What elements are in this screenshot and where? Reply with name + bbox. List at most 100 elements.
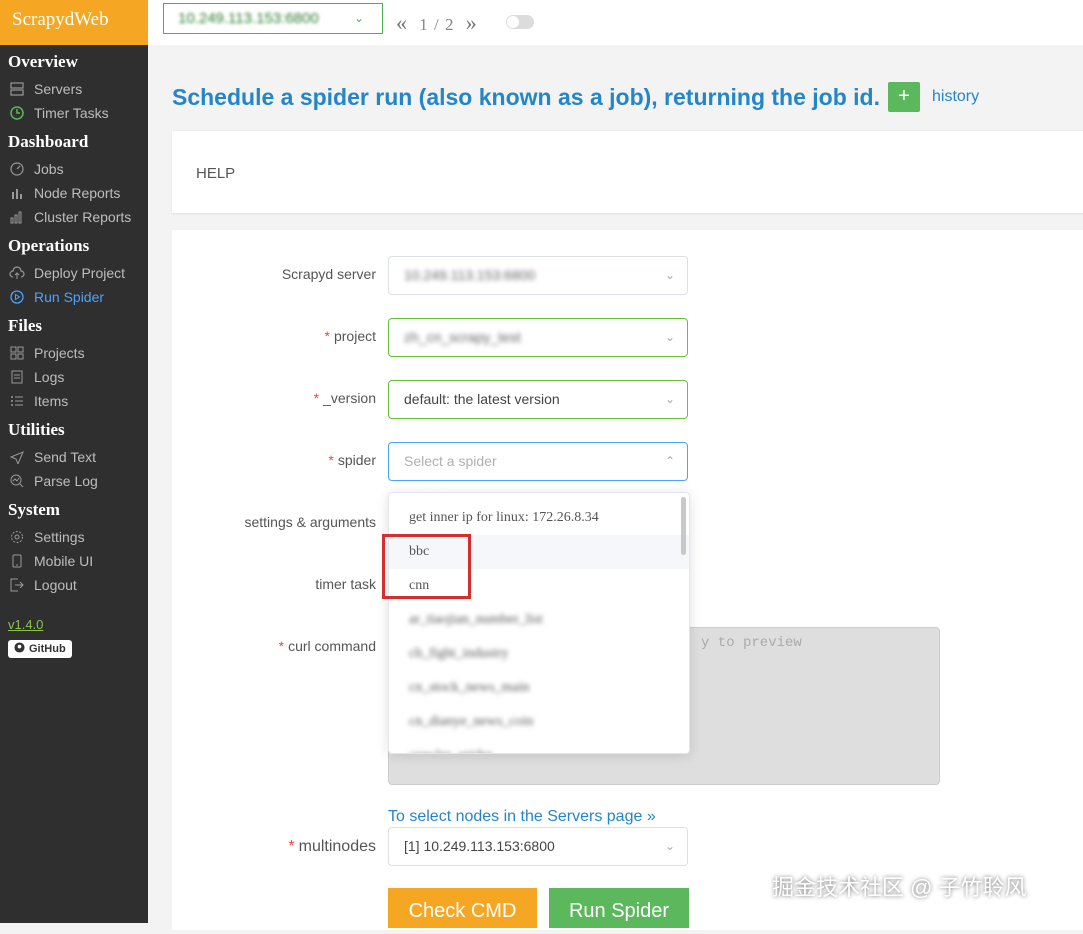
send-icon [8,448,26,466]
spider-select-placeholder: Select a spider [404,453,497,469]
node-select[interactable]: 10.249.113.153:6800 ⌄ [163,3,383,34]
chevron-down-icon: ⌄ [664,268,675,282]
group-title-system: System [8,500,60,519]
project-label: * project [324,328,376,344]
project-select-value: zh_cn_scrapy_test [404,329,521,345]
group-title-operations: Operations [8,236,90,255]
sidebar-item-items[interactable]: Items [0,389,148,413]
page-title: Schedule a spider run (also known as a j… [172,83,880,110]
toggle-switch[interactable] [506,15,534,29]
nav-group-dashboard: Dashboard Jobs Node Reports Cluster Repo… [0,129,148,229]
help-panel[interactable]: HELP [172,130,1083,213]
sidebar-item-settings[interactable]: Settings [0,525,148,549]
github-button[interactable]: GitHub [8,640,72,658]
logout-icon [8,576,26,594]
grid-icon [8,344,26,362]
sidebar-item-label: Send Text [34,449,97,465]
sidebar-item-label: Logout [34,577,77,593]
sidebar-item-label: Parse Log [34,473,98,489]
group-title-files: Files [8,316,42,335]
history-link[interactable]: history [932,88,979,106]
bar-chart-icon [8,184,26,202]
server-select-value: 10.249.113.153:6800 [404,267,536,283]
project-select[interactable]: zh_cn_scrapy_test ⌄ [388,318,688,357]
sidebar-item-logout[interactable]: Logout [0,573,148,597]
sidebar-item-parse-log[interactable]: Parse Log [0,469,148,493]
sidebar-item-label: Run Spider [34,289,105,305]
version-select[interactable]: default: the latest version ⌄ [388,380,688,419]
sidebar-item-send-text[interactable]: Send Text [0,445,148,469]
cloud-upload-icon [8,264,26,282]
dropdown-option[interactable]: cn_stock_news_main [389,671,689,705]
chevron-down-icon: ⌄ [353,11,364,25]
sidebar-item-cluster-reports[interactable]: Cluster Reports [0,205,148,229]
settings-label: settings & arguments [244,514,376,530]
sidebar-item-label: Jobs [34,161,64,177]
run-spider-button[interactable]: Run Spider [549,888,689,928]
sidebar-item-label: Mobile UI [34,553,94,569]
sidebar-item-label: Node Reports [34,185,121,201]
sidebar-item-label: Servers [34,81,83,97]
multinodes-label: * multinodes [288,838,376,855]
brand-logo[interactable]: ScrapydWeb [0,0,148,45]
multinodes-select[interactable]: [1] 10.249.113.153:6800 ⌄ [388,827,688,866]
version-link[interactable]: v1.4.0 [8,617,148,632]
nav-group-system: System Settings Mobile UI Logout [0,497,148,597]
version-select-value: default: the latest version [404,391,560,407]
group-title-overview: Overview [8,52,78,71]
sidebar-item-label: Logs [34,369,65,385]
node-select-value: 10.249.113.153:6800 [178,10,319,27]
servers-icon [8,80,26,98]
github-icon [14,642,25,656]
dropdown-option[interactable]: ar_tiaojian_number_list [389,603,689,637]
chart-search-icon [8,472,26,490]
server-select[interactable]: 10.249.113.153:6800 ⌄ [388,256,688,295]
sidebar-item-deploy-project[interactable]: Deploy Project [0,261,148,285]
dropdown-option[interactable]: get inner ip for linux: 172.26.8.34 [389,501,689,535]
document-icon [8,368,26,386]
spider-select[interactable]: Select a spider ⌃ [388,442,688,481]
chevron-down-icon: ⌄ [664,839,675,853]
sidebar-item-run-spider[interactable]: Run Spider [0,285,148,309]
sidebar-item-label: Cluster Reports [34,209,132,225]
timer-task-label: timer task [315,576,376,592]
help-title: HELP [196,165,236,182]
server-label: Scrapyd server [281,266,376,282]
check-cmd-button[interactable]: Check CMD [388,888,537,928]
version-label: * _version [313,390,376,406]
chevron-up-icon: ⌃ [664,454,675,468]
nav-group-overview: Overview Servers Timer Tasks [0,49,148,125]
next-node-button[interactable]: » [466,10,478,35]
title-row: Schedule a spider run (also known as a j… [172,82,979,112]
mobile-icon [8,552,26,570]
sidebar-item-label: Projects [34,345,85,361]
sidebar-item-label: Items [34,393,69,409]
dropdown-option[interactable]: cn_dianye_news_coin [389,705,689,739]
group-title-dashboard: Dashboard [8,132,89,151]
nav-group-files: Files Projects Logs Items [0,313,148,413]
prev-node-button[interactable]: « [396,10,408,35]
play-icon [8,288,26,306]
add-button[interactable]: + [887,82,920,112]
sidebar-item-label: Deploy Project [34,265,126,281]
pager-text: 1 / 2 [419,15,455,34]
github-label: GitHub [29,643,66,655]
sidebar-item-jobs[interactable]: Jobs [0,157,148,181]
sidebar-item-projects[interactable]: Projects [0,341,148,365]
top-bar: 10.249.113.153:6800 ⌄ « 1 / 2 » [148,0,1083,45]
sidebar-item-mobile-ui[interactable]: Mobile UI [0,549,148,573]
sidebar-item-node-reports[interactable]: Node Reports [0,181,148,205]
select-nodes-link[interactable]: To select nodes in the Servers page » [388,808,656,826]
sidebar-item-logs[interactable]: Logs [0,365,148,389]
pager: « 1 / 2 » [396,10,478,36]
dropdown-scrollbar[interactable] [681,497,686,555]
sidebar-item-servers[interactable]: Servers [0,77,148,101]
dropdown-option[interactable]: crawler_spider [389,739,689,753]
sidebar-item-timer-tasks[interactable]: Timer Tasks [0,101,148,125]
dropdown-option[interactable]: ch_fight_industry [389,637,689,671]
group-title-utilities: Utilities [8,420,65,439]
spider-dropdown: get inner ip for linux: 172.26.8.34 bbc … [388,492,690,754]
chevron-down-icon: ⌄ [664,330,675,344]
nav-group-operations: Operations Deploy Project Run Spider [0,233,148,309]
sidebar-item-label: Timer Tasks [34,105,109,121]
